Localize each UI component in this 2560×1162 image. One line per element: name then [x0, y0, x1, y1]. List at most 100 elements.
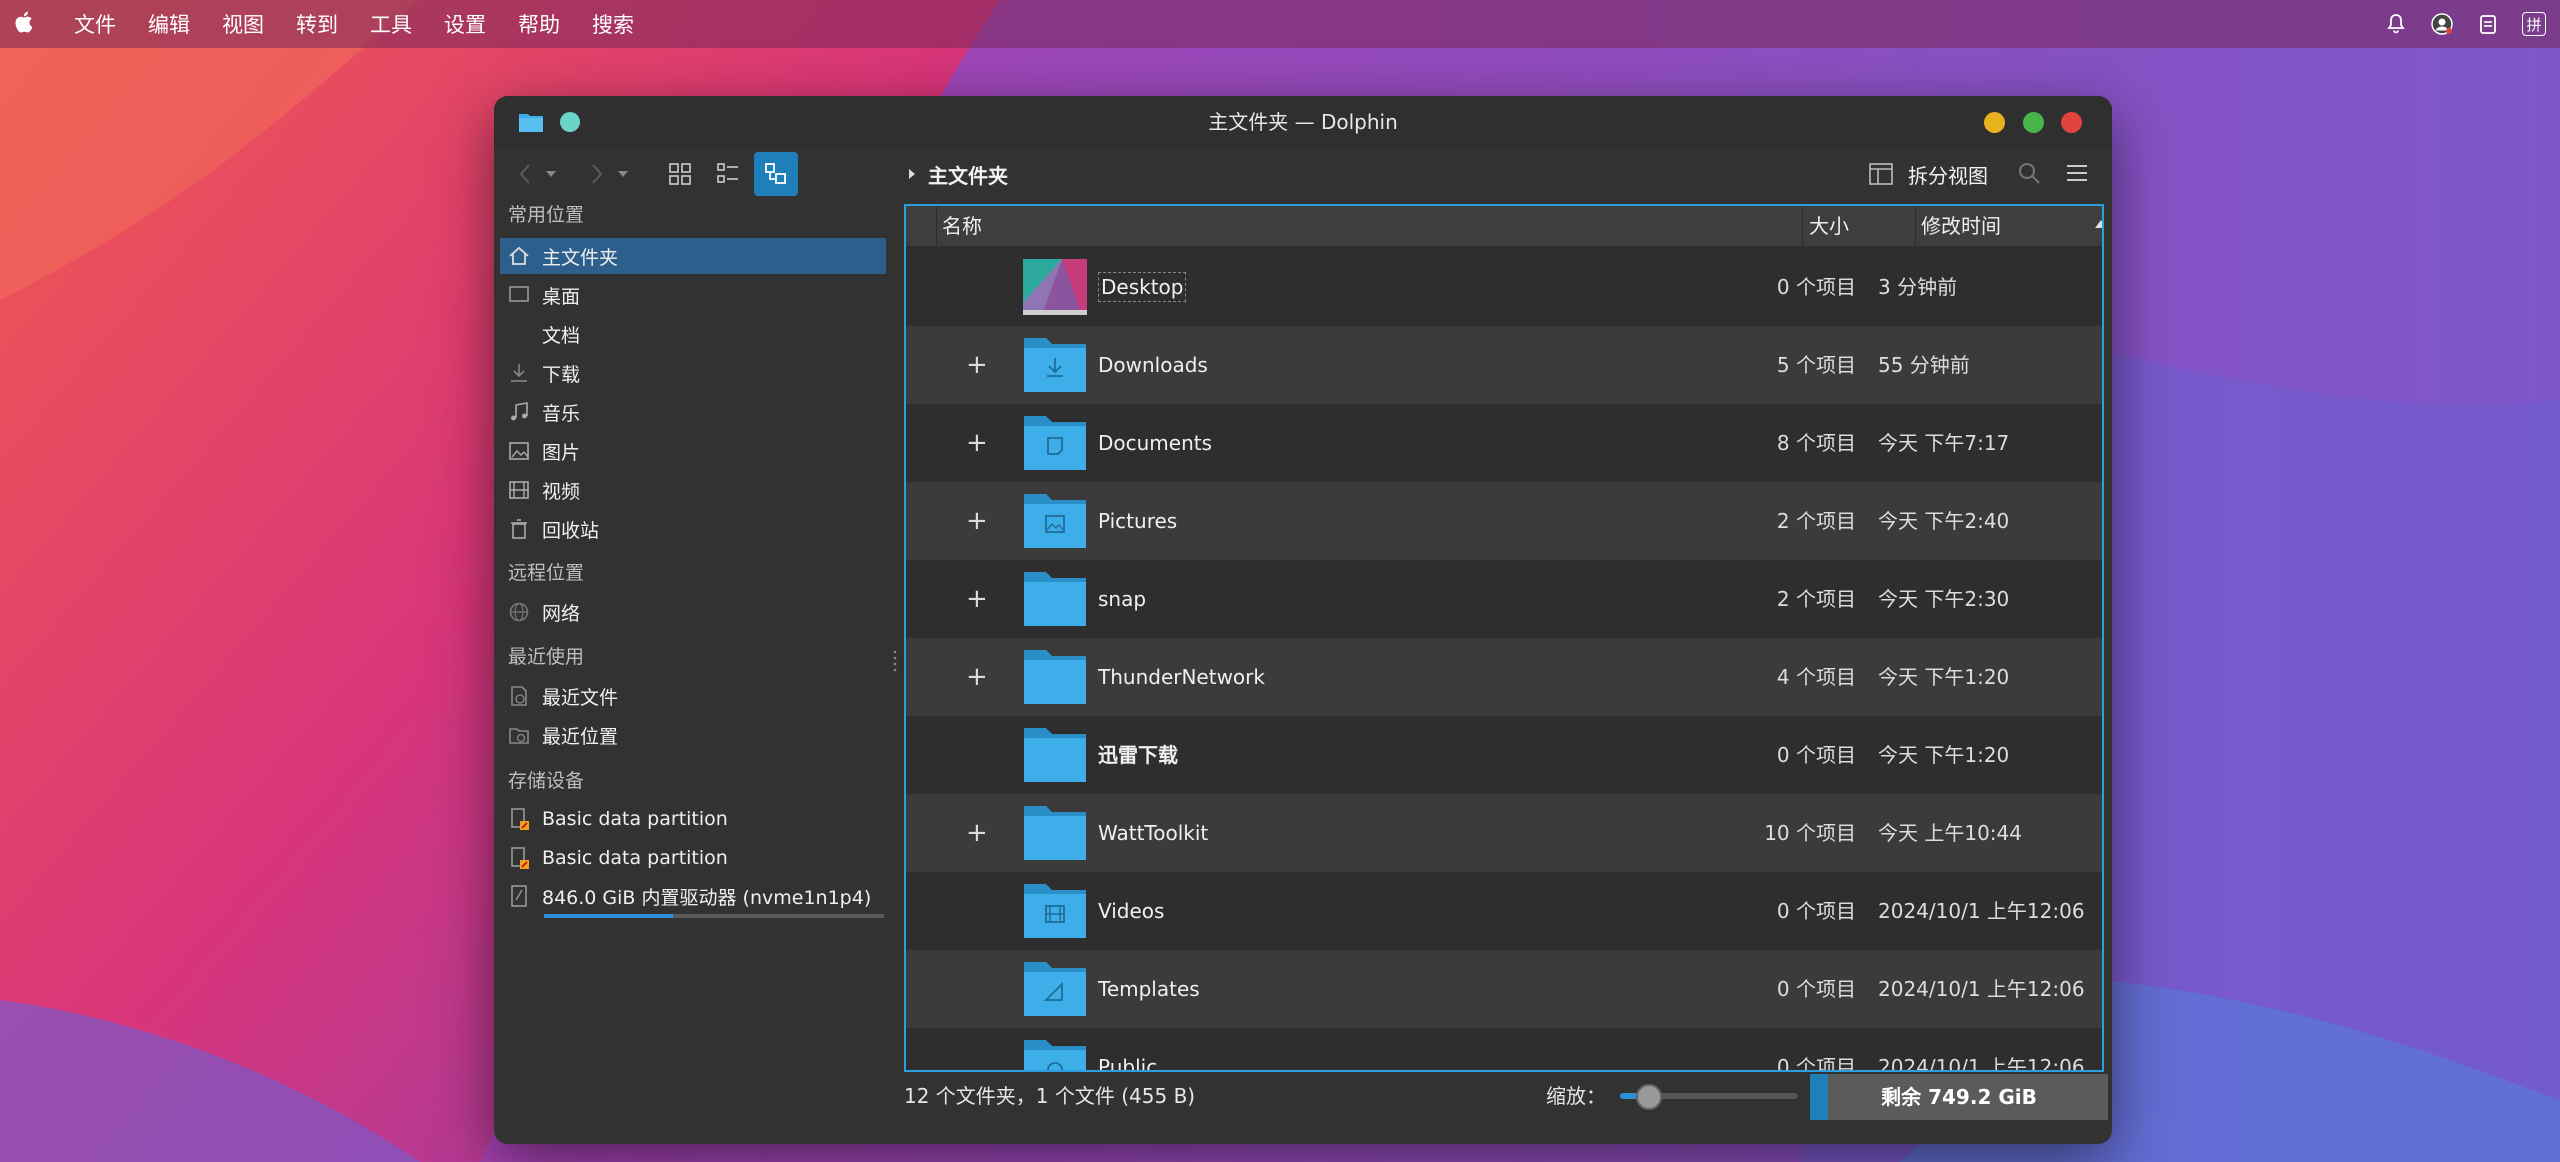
- file-size: 2 个项目: [1776, 587, 1856, 611]
- sidebar-item-downloads[interactable]: 下载: [500, 355, 886, 391]
- bell-icon[interactable]: [2384, 12, 2408, 36]
- breadcrumb[interactable]: 主文件夹: [906, 154, 1008, 194]
- table-row[interactable]: + Documents 8 个项目 今天 下午7:17: [906, 404, 2102, 482]
- table-row[interactable]: Templates 0 个项目 2024/10/1 上午12:06: [906, 950, 2102, 1028]
- column-modified[interactable]: 修改时间: [1915, 206, 2102, 246]
- back-history-button[interactable]: [542, 154, 560, 194]
- chevron-right-icon: [909, 169, 915, 179]
- menu-file[interactable]: 文件: [58, 9, 132, 39]
- recent-files-icon: [506, 683, 532, 709]
- expand-icon[interactable]: +: [966, 638, 988, 716]
- column-size[interactable]: 大小: [1803, 206, 1916, 246]
- network-icon: [506, 599, 532, 625]
- forward-button[interactable]: [584, 154, 610, 194]
- menu-help[interactable]: 帮助: [502, 9, 576, 39]
- table-row[interactable]: 迅雷下载 0 个项目 今天 下午1:20: [906, 716, 2102, 794]
- table-row[interactable]: Public 0 个项目 2024/10/1 上午12:06: [906, 1028, 2102, 1072]
- panel-splitter-handle[interactable]: [892, 646, 898, 676]
- menu-edit[interactable]: 编辑: [132, 9, 206, 39]
- sidebar-item-documents[interactable]: 文档: [500, 316, 886, 352]
- minimize-button[interactable]: [1984, 112, 2005, 133]
- sidebar-item-trash[interactable]: 回收站: [500, 511, 886, 547]
- hamburger-menu-button[interactable]: [2062, 158, 2092, 188]
- maximize-button[interactable]: [2023, 112, 2044, 133]
- file-modified: 今天 下午7:17: [1878, 431, 2010, 455]
- section-title-remote: 远程位置: [508, 562, 585, 584]
- expand-icon[interactable]: +: [966, 326, 988, 404]
- sidebar-item-pictures[interactable]: 图片: [500, 433, 886, 469]
- expand-icon[interactable]: +: [966, 560, 988, 638]
- details-view-button[interactable]: [754, 152, 798, 196]
- back-button[interactable]: [512, 154, 538, 194]
- global-menubar: 文件 编辑 视图 转到 工具 设置 帮助 搜索 拼: [0, 0, 2560, 48]
- sidebar-item-label: Basic data partition: [542, 847, 728, 869]
- folder-icon: [1022, 570, 1088, 628]
- sidebar-item-music[interactable]: 音乐: [500, 394, 886, 430]
- user-avatar-icon[interactable]: [2430, 12, 2454, 36]
- sidebar-item-nvme-drive[interactable]: 846.0 GiB 内置驱动器 (nvme1n1p4): [500, 878, 886, 914]
- menu-search[interactable]: 搜索: [576, 9, 650, 39]
- sidebar-item-recent-files[interactable]: 最近文件: [500, 678, 886, 714]
- file-size: 2 个项目: [1776, 509, 1856, 533]
- input-method-icon[interactable]: 拼: [2522, 12, 2546, 36]
- split-view-button[interactable]: 拆分视图: [1868, 154, 1988, 194]
- sidebar-item-home[interactable]: 主文件夹: [500, 238, 886, 274]
- search-button[interactable]: [2014, 158, 2044, 188]
- sidebar-item-desktop[interactable]: 桌面: [500, 277, 886, 313]
- table-row[interactable]: + Pictures 2 个项目 今天 下午2:40: [906, 482, 2102, 560]
- pictures-folder-icon: [1022, 492, 1088, 550]
- menu-go[interactable]: 转到: [280, 9, 354, 39]
- zoom-label: 缩放：: [1546, 1084, 1606, 1108]
- clipboard-icon[interactable]: [2476, 12, 2500, 36]
- sidebar-item-partition-2[interactable]: Basic data partition: [500, 840, 886, 876]
- file-modified: 2024/10/1 上午12:06: [1878, 899, 2085, 923]
- file-name: Templates: [1098, 977, 1200, 1001]
- sidebar-item-network[interactable]: 网络: [500, 594, 886, 630]
- column-name[interactable]: 名称: [936, 206, 1803, 246]
- file-size: 10 个项目: [1764, 821, 1856, 845]
- file-modified: 今天 下午2:40: [1878, 509, 2010, 533]
- trash-icon: [506, 516, 532, 542]
- icons-view-button[interactable]: [658, 152, 702, 196]
- file-name: Public: [1098, 1055, 1158, 1072]
- file-size: 0 个项目: [1776, 977, 1856, 1001]
- dolphin-window: 主文件夹 — Dolphin 主文件夹 拆分视图 常用位置 主文件夹 桌面 文档…: [494, 96, 2112, 1144]
- zoom-slider-handle[interactable]: [1635, 1084, 1662, 1110]
- sidebar-item-label: Basic data partition: [542, 808, 728, 830]
- expand-icon[interactable]: +: [966, 404, 988, 482]
- expand-icon[interactable]: +: [966, 482, 988, 560]
- folder-icon: [1022, 804, 1088, 862]
- file-list-view[interactable]: 名称 大小 修改时间 Desktop 0 个项目 3 分钟前 + Downloads 5 …: [904, 204, 2104, 1072]
- forward-history-button[interactable]: [614, 154, 632, 194]
- titlebar[interactable]: 主文件夹 — Dolphin: [494, 96, 2112, 148]
- table-row[interactable]: + Downloads 5 个项目 55 分钟前: [906, 326, 2102, 404]
- menu-view[interactable]: 视图: [206, 9, 280, 39]
- apple-icon[interactable]: [14, 9, 40, 39]
- menu-tools[interactable]: 工具: [354, 9, 428, 39]
- close-button[interactable]: [2061, 112, 2082, 133]
- sidebar-item-label: 下载: [542, 363, 581, 386]
- file-name: snap: [1098, 587, 1147, 611]
- table-row[interactable]: Videos 0 个项目 2024/10/1 上午12:06: [906, 872, 2102, 950]
- expand-icon[interactable]: +: [966, 794, 988, 872]
- free-space-indicator[interactable]: 剩余 749.2 GiB: [1810, 1074, 2108, 1120]
- section-title-recent: 最近使用: [508, 646, 585, 668]
- sort-ascending-icon: [2095, 220, 2102, 228]
- download-icon: [506, 360, 532, 386]
- documents-icon: [506, 321, 532, 347]
- documents-folder-icon: [1022, 414, 1088, 472]
- table-row[interactable]: Desktop 0 个项目 3 分钟前: [906, 248, 2102, 326]
- sidebar-item-videos[interactable]: 视频: [500, 472, 886, 508]
- sidebar-item-partition-1[interactable]: Basic data partition: [500, 801, 886, 837]
- table-row[interactable]: + WattToolkit 10 个项目 今天 上午10:44: [906, 794, 2102, 872]
- breadcrumb-home[interactable]: 主文件夹: [928, 160, 1008, 189]
- compact-view-button[interactable]: [706, 152, 750, 196]
- file-modified: 2024/10/1 上午12:06: [1878, 977, 2085, 1001]
- sidebar-item-recent-locations[interactable]: 最近位置: [500, 717, 886, 753]
- table-row[interactable]: + ThunderNetwork 4 个项目 今天 下午1:20: [906, 638, 2102, 716]
- column-modified-label: 修改时间: [1921, 214, 2001, 238]
- table-row[interactable]: + snap 2 个项目 今天 下午2:30: [906, 560, 2102, 638]
- videos-folder-icon: [1022, 882, 1088, 940]
- menu-settings[interactable]: 设置: [428, 9, 502, 39]
- status-summary: 12 个文件夹，1 个文件 (455 B): [904, 1084, 1196, 1108]
